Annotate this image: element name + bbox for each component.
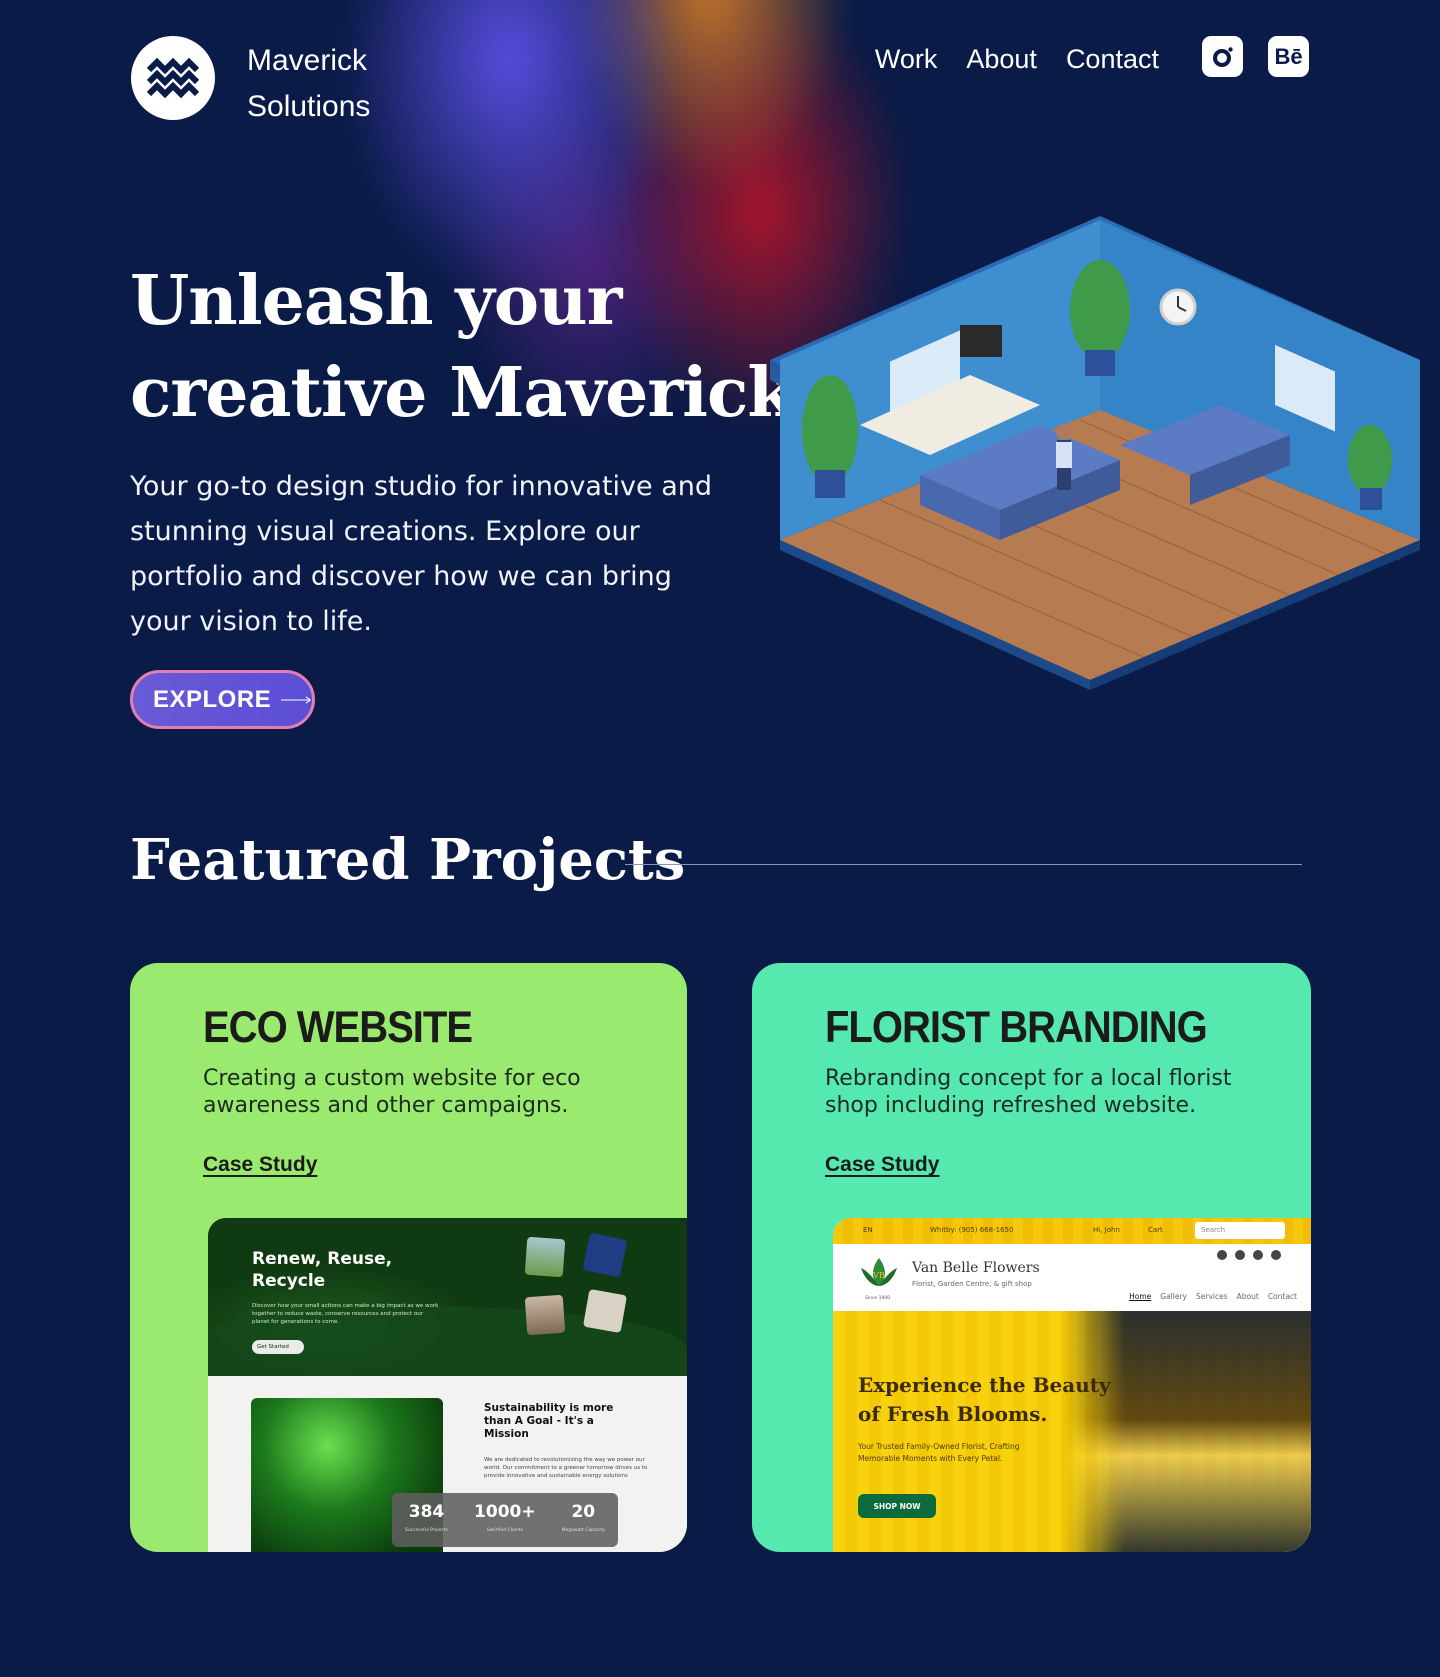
hero-title-line-1: Unleash your (130, 261, 622, 341)
eco-hero-text: Discover how your small actions can make… (252, 1303, 439, 1325)
explore-button[interactable]: EXPLORE (130, 670, 315, 729)
card-title: ECO WEBSITE (203, 1003, 473, 1053)
nav-work[interactable]: Work (875, 44, 938, 75)
instagram-icon[interactable] (1202, 36, 1243, 77)
brand-line-2: Solutions (247, 90, 371, 123)
hero-description: Your go-to design studio for innovative … (130, 471, 713, 637)
language-label: EN (863, 1226, 873, 1234)
stat-projects: 384 Successful Projects (405, 1502, 448, 1533)
case-study-link[interactable]: Case Study (825, 1153, 939, 1177)
landscape-thumbnail (524, 1236, 566, 1278)
florist-hero-heading: Experience the Beauty of Fresh Blooms. (858, 1373, 1111, 1426)
project-card-florist[interactable]: FLORIST BRANDING Rebranding concept for … (752, 963, 1311, 1552)
florist-social-icons (1217, 1250, 1281, 1260)
stat-clients: 1000+ Satisfied Clients (474, 1502, 536, 1533)
explore-label: EXPLORE (153, 685, 272, 713)
brand-name: Maverick Solutions (247, 38, 370, 130)
arrow-right-icon (281, 695, 312, 704)
youtube-icon (1271, 1250, 1281, 1260)
florist-website-preview: EN Whitby: (905) 668-1650 Hi, John Cart … (833, 1218, 1311, 1552)
user-label: Hi, John (1093, 1226, 1120, 1234)
since-label: Since 1900 (865, 1296, 891, 1301)
stat-capacity: 20 Megawatt Capacity (561, 1502, 605, 1533)
featured-projects-heading: Featured Projects (130, 827, 686, 893)
main-nav: Work About Contact (875, 44, 1159, 75)
search-field: Search (1195, 1222, 1285, 1239)
waves-logo-icon (147, 57, 199, 99)
florist-top-bar: EN Whitby: (905) 668-1650 Hi, John Cart … (833, 1218, 1311, 1244)
svg-text:VB: VB (872, 1271, 885, 1280)
florist-tagline: Florist, Garden Centre, & gift shop (912, 1280, 1032, 1288)
mission-text: We are dedicated to revolutionizing the … (484, 1457, 648, 1479)
cart-label: Cart (1148, 1226, 1163, 1234)
card-description: Rebranding concept for a local florist s… (825, 1066, 1232, 1118)
card-description: Creating a custom website for eco awaren… (203, 1066, 581, 1118)
brand-line-1: Maverick (247, 44, 368, 77)
florist-header: VB Since 1900 Van Belle Flowers Florist,… (833, 1244, 1311, 1311)
florist-hero-text: Your Trusted Family-Owned Florist, Craft… (858, 1442, 1020, 1463)
logo[interactable] (131, 36, 215, 120)
florist-nav: Home Gallery Services About Contact (1129, 1292, 1297, 1301)
florist-name: Van Belle Flowers (912, 1260, 1040, 1276)
storefront-photo (1063, 1311, 1311, 1552)
nav-about[interactable]: About (966, 44, 1037, 75)
pinterest-icon (1253, 1250, 1263, 1260)
mission-heading: Sustainability is more than A Goal - It'… (484, 1402, 614, 1440)
eco-website-preview: Renew, Reuse, Recycle Discover how your … (208, 1218, 687, 1552)
hero-title-line-2: creative Maverick (130, 353, 795, 433)
person-thumbnail (524, 1294, 566, 1336)
facebook-icon (1235, 1250, 1245, 1260)
recycle-bin-thumbnail (582, 1232, 628, 1278)
shop-now-button: SHOP NOW (858, 1494, 936, 1518)
site-header: Maverick Solutions Work About Contact Bē (131, 36, 1309, 126)
sign-thumbnail (582, 1288, 628, 1334)
get-started-button: Get Started (252, 1340, 304, 1354)
lotus-logo-icon: VB (861, 1258, 897, 1286)
nav-contact[interactable]: Contact (1066, 44, 1159, 75)
behance-icon[interactable]: Bē (1268, 36, 1309, 77)
project-card-eco[interactable]: ECO WEBSITE Creating a custom website fo… (130, 963, 687, 1552)
eco-hero-section: Renew, Reuse, Recycle Discover how your … (208, 1218, 687, 1376)
section-divider (625, 864, 1302, 865)
card-title: FLORIST BRANDING (825, 1003, 1208, 1053)
isometric-office-illustration (770, 216, 1420, 690)
hero-title: Unleash your creative Maverick (130, 255, 795, 439)
instagram-icon (1217, 1250, 1227, 1260)
case-study-link[interactable]: Case Study (203, 1153, 317, 1177)
phone-label: Whitby: (905) 668-1650 (930, 1226, 1014, 1234)
florist-hero: Experience the Beauty of Fresh Blooms. Y… (833, 1311, 1311, 1552)
stats-panel: 384 Successful Projects 1000+ Satisfied Cl… (392, 1493, 618, 1547)
eco-hero-heading: Renew, Reuse, Recycle (252, 1249, 393, 1291)
